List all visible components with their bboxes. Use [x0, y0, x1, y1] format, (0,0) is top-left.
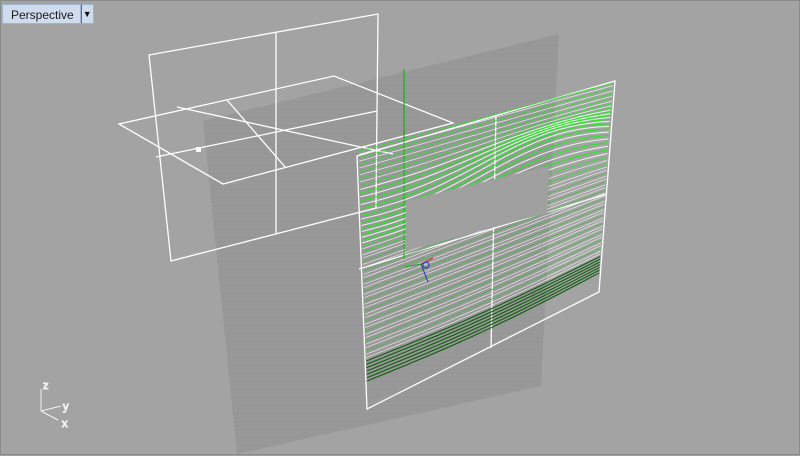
axis-y-label: y: [63, 401, 69, 413]
triangle-down-icon[interactable]: ▼: [80, 4, 94, 24]
selected-point: [196, 147, 201, 152]
world-axes-icon: z y x: [40, 380, 70, 431]
viewport-title-tab[interactable]: Perspective ▼: [2, 4, 94, 24]
axis-z-label: z: [43, 380, 49, 392]
svg-text:· · · · · · · · · · ·: · · · · · · · · · · ·: [173, 249, 199, 260]
grid-plane-lines: [203, 34, 559, 454]
perspective-viewport[interactable]: · · · · · · · · · · · · · · · · · · · · …: [0, 0, 800, 455]
scene-canvas[interactable]: · · · · · · · · · · · · · · · · · · · · …: [1, 1, 800, 456]
viewport-name[interactable]: Perspective: [2, 4, 81, 24]
axis-x-label: x: [62, 418, 68, 430]
